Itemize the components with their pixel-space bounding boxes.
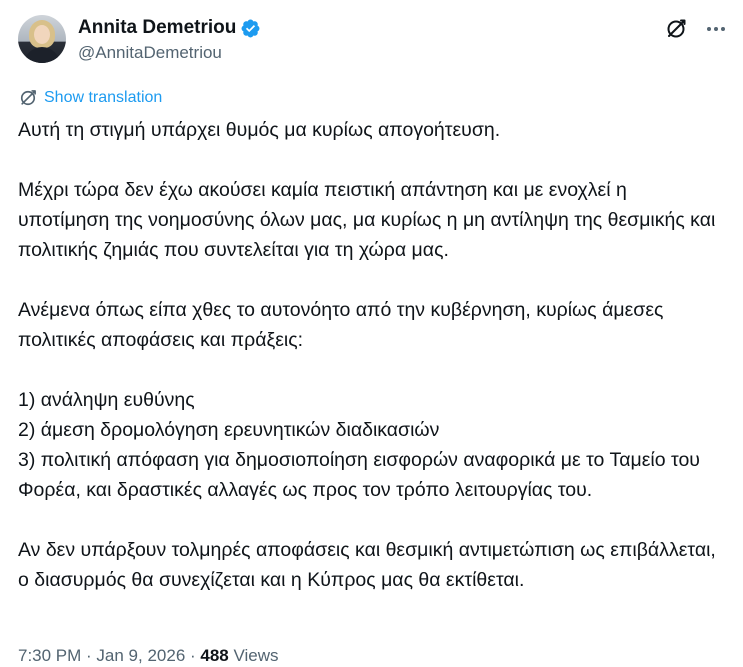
more-icon[interactable] [704, 17, 728, 41]
tweet-time[interactable]: 7:30 PM [18, 646, 81, 665]
show-translation-label[interactable]: Show translation [44, 89, 162, 106]
meta-separator: · [81, 646, 97, 665]
tweet-top-actions [652, 17, 728, 41]
tweet-text: Αυτή τη στιγμή υπάρχει θυμός μα κυρίως α… [18, 115, 723, 595]
tweet-paragraph: Αν δεν υπάρξουν τολμηρές αποφάσεις και θ… [18, 539, 716, 591]
author-handle[interactable]: @AnnitaDemetriou [78, 42, 261, 64]
author-names: Annita Demetriou @AnnitaDemetriou [78, 16, 261, 64]
tweet-header: Annita Demetriou @AnnitaDemetriou [18, 15, 728, 67]
tweet-card: Annita Demetriou @AnnitaDemetriou Show t… [0, 0, 743, 665]
globe-slash-icon [20, 90, 36, 106]
author-display-name[interactable]: Annita Demetriou [78, 16, 236, 40]
tweet-date[interactable]: Jan 9, 2026 [96, 646, 185, 665]
views-count: 488 [200, 646, 229, 665]
verified-badge-icon [241, 19, 260, 37]
meta-separator: · [185, 646, 201, 665]
views-label: Views [233, 646, 279, 665]
tweet-paragraph: 1) ανάληψη ευθύνης 2) άμεση δρομολόγηση … [18, 389, 700, 501]
translate-icon[interactable] [664, 17, 688, 41]
avatar[interactable] [18, 15, 66, 63]
tweet-paragraph: Ανέμενα όπως είπα χθες το αυτονόητο από … [18, 299, 664, 351]
tweet-paragraph: Αυτή τη στιγμή υπάρχει θυμός μα κυρίως α… [18, 119, 501, 141]
tweet-meta: 7:30 PM · Jan 9, 2026 · 488 Views [18, 645, 279, 667]
tweet-paragraph: Μέχρι τώρα δεν έχω ακούσει καμία πειστικ… [18, 179, 716, 261]
show-translation-link[interactable]: Show translation [18, 88, 162, 108]
